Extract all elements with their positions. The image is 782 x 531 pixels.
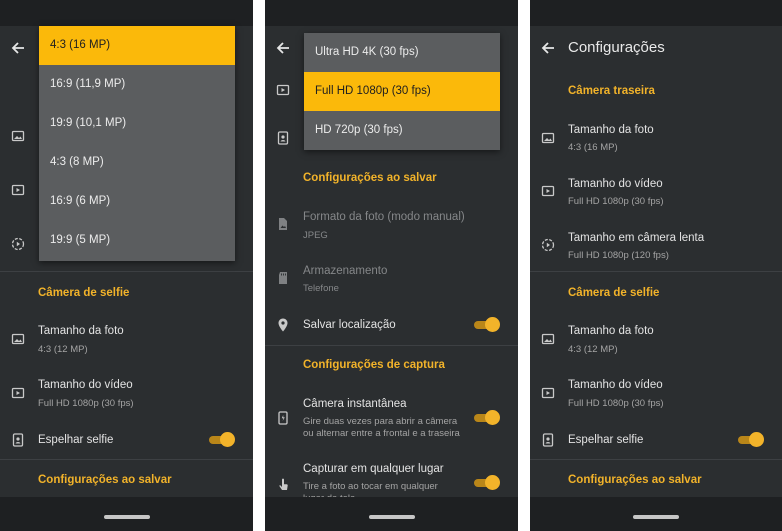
arrow-left-icon[interactable] xyxy=(275,40,291,56)
mirror-selfie-icon xyxy=(540,432,556,448)
section-save-settings: Configurações ao salvar xyxy=(38,474,172,486)
rear-video-size-title[interactable]: Tamanho do vídeo xyxy=(568,178,663,190)
slow-motion-icon xyxy=(10,236,26,252)
photo-size-icon xyxy=(540,331,556,347)
capture-anywhere-desc: Tire a foto ao tocar em qualquer xyxy=(303,481,438,492)
left-screen: Câmera de selfie Tamanho da foto 4:3 (12… xyxy=(0,0,253,531)
status-bar xyxy=(265,0,518,26)
selfie-video-size-title[interactable]: Tamanho do vídeo xyxy=(38,379,133,391)
location-pin-icon xyxy=(275,317,291,333)
divider xyxy=(265,345,518,346)
mirror-selfie-toggle[interactable] xyxy=(209,432,235,448)
mirror-selfie-icon xyxy=(275,130,291,146)
photo-size-icon xyxy=(10,331,26,347)
navigation-bar xyxy=(0,497,253,531)
selfie-video-size-title[interactable]: Tamanho do vídeo xyxy=(568,379,663,391)
divider xyxy=(530,271,782,272)
quick-launch-icon xyxy=(275,410,291,426)
slowmo-size-title[interactable]: Tamanho em câmera lenta xyxy=(568,232,704,244)
dropdown-option[interactable]: Full HD 1080p (30 fps) xyxy=(304,72,500,111)
rear-photo-size-title[interactable]: Tamanho da foto xyxy=(568,124,654,136)
save-location-title: Salvar localização xyxy=(303,319,396,331)
right-screen: Configurações Câmera traseira Tamanho da… xyxy=(530,0,782,531)
slowmo-size-value: Full HD 1080p (120 fps) xyxy=(568,250,669,261)
video-size-icon xyxy=(540,183,556,199)
selfie-video-size-value: Full HD 1080p (30 fps) xyxy=(568,398,664,409)
section-save-settings: Configurações ao salvar xyxy=(568,474,702,486)
selfie-photo-size-value: 4:3 (12 MP) xyxy=(38,344,88,355)
dropdown-option[interactable]: HD 720p (30 fps) xyxy=(304,111,500,150)
section-rear-camera: Câmera traseira xyxy=(568,85,655,97)
divider xyxy=(530,459,782,460)
rear-photo-size-value: 4:3 (16 MP) xyxy=(568,142,618,153)
capture-anywhere-toggle[interactable] xyxy=(474,475,500,491)
instant-camera-toggle[interactable] xyxy=(474,410,500,426)
dropdown-option[interactable]: Ultra HD 4K (30 fps) xyxy=(304,33,500,72)
section-selfie-camera: Câmera de selfie xyxy=(568,287,660,299)
navigation-bar xyxy=(265,497,518,531)
page-title: Configurações xyxy=(568,39,665,56)
photo-format-value: JPEG xyxy=(303,230,328,241)
capture-anywhere-title: Capturar em qualquer lugar xyxy=(303,463,444,475)
dropdown-option[interactable]: 16:9 (6 MP) xyxy=(39,182,235,221)
section-capture-settings: Configurações de captura xyxy=(303,359,445,371)
instant-camera-desc: ou alternar entre a frontal e a traseira xyxy=(303,428,460,439)
divider xyxy=(0,271,253,272)
section-selfie-camera: Câmera de selfie xyxy=(38,287,130,299)
home-handle[interactable] xyxy=(368,515,415,519)
instant-camera-desc: Gire duas vezes para abrir a câmera xyxy=(303,416,458,427)
dropdown-option[interactable]: 16:9 (11,9 MP) xyxy=(39,65,235,104)
video-size-icon xyxy=(540,385,556,401)
mirror-selfie-toggle[interactable] xyxy=(738,432,764,448)
photo-size-icon xyxy=(10,128,26,144)
selfie-video-size-value: Full HD 1080p (30 fps) xyxy=(38,398,134,409)
status-bar xyxy=(530,0,782,26)
video-size-icon xyxy=(10,182,26,198)
status-bar xyxy=(0,0,253,26)
selfie-photo-size-title[interactable]: Tamanho da foto xyxy=(568,325,654,337)
mirror-selfie-title: Espelhar selfie xyxy=(568,434,644,446)
home-handle[interactable] xyxy=(633,515,679,519)
middle-screen: Ultra HD 4K (30 fps) Full HD 1080p (30 f… xyxy=(265,0,518,531)
touch-icon xyxy=(275,476,291,492)
photo-size-dropdown: 4:3 (16 MP) 16:9 (11,9 MP) 19:9 (10,1 MP… xyxy=(39,26,235,261)
home-handle[interactable] xyxy=(103,515,150,519)
photo-format-title: Formato da foto (modo manual) xyxy=(303,211,465,223)
photo-size-icon xyxy=(540,130,556,146)
video-size-dropdown: Ultra HD 4K (30 fps) Full HD 1080p (30 f… xyxy=(304,33,500,150)
storage-title: Armazenamento xyxy=(303,265,388,277)
divider xyxy=(0,459,253,460)
selfie-photo-size-value: 4:3 (12 MP) xyxy=(568,344,618,355)
navigation-bar xyxy=(530,497,782,531)
mirror-selfie-icon xyxy=(10,432,26,448)
sd-card-icon xyxy=(275,270,291,286)
video-size-icon xyxy=(275,82,291,98)
arrow-left-icon[interactable] xyxy=(10,40,26,56)
section-save-settings: Configurações ao salvar xyxy=(303,172,437,184)
selfie-photo-size-title[interactable]: Tamanho da foto xyxy=(38,325,124,337)
slow-motion-icon xyxy=(540,237,556,253)
dropdown-option[interactable]: 4:3 (8 MP) xyxy=(39,143,235,182)
mirror-selfie-title: Espelhar selfie xyxy=(38,434,114,446)
video-size-icon xyxy=(10,385,26,401)
save-location-toggle[interactable] xyxy=(474,317,500,333)
dropdown-option[interactable]: 19:9 (10,1 MP) xyxy=(39,104,235,143)
arrow-left-icon[interactable] xyxy=(540,40,556,56)
dropdown-option[interactable]: 4:3 (16 MP) xyxy=(39,26,235,65)
storage-value: Telefone xyxy=(303,283,339,294)
instant-camera-title: Câmera instantânea xyxy=(303,398,407,410)
rear-video-size-value: Full HD 1080p (30 fps) xyxy=(568,196,664,207)
dropdown-option[interactable]: 19:9 (5 MP) xyxy=(39,221,235,260)
file-icon xyxy=(275,216,291,232)
